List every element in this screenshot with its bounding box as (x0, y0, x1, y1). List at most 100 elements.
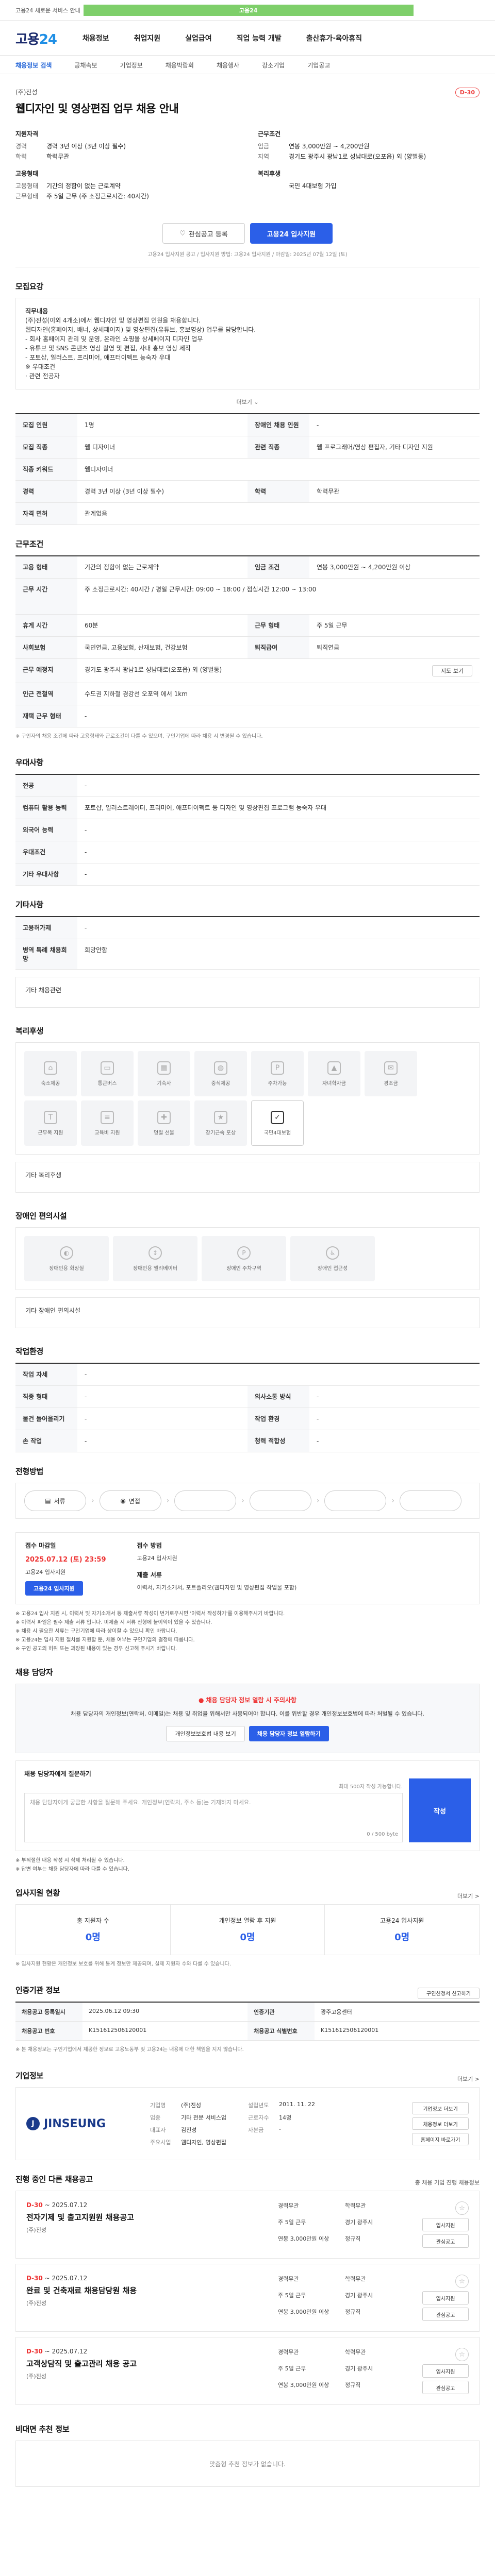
meta-item: 연봉 3,000만원 이상 (278, 2235, 329, 2242)
site-logo[interactable]: 고용24 (15, 29, 57, 48)
table-value: - (85, 713, 87, 720)
other-job-card[interactable]: D-30 ~ 2025.07.12 고객상담직 및 출고관리 채용 공고 (주)… (15, 2337, 480, 2405)
other-job-card[interactable]: D-30 ~ 2025.07.12 전자기제 및 출고지원원 채용공고 (주)진… (15, 2191, 480, 2259)
ask-title: 채용 담당자에게 질문하기 (24, 1770, 91, 1777)
bullet: ※ 고용24는 입사 지원 절차를 지원할 뿐, 채용 여부는 구인기업의 결정… (15, 1637, 195, 1643)
bullet: ※ 부적절한 내용 작성 시 삭제 처리될 수 있습니다. (15, 1858, 125, 1863)
table-key: 직종 형태 (15, 1386, 77, 1408)
subnav-job-event[interactable]: 채용행사 (217, 61, 239, 70)
expand-button[interactable]: 더보기 ⌄ (15, 394, 480, 413)
corp-more-link[interactable]: 더보기 > (457, 2075, 480, 2083)
table-value: - (85, 1437, 87, 1445)
desc-line: (주)진성(이외 4개소)에서 웹디자인 및 영상편집 인원을 채용합니다. (25, 317, 201, 324)
welfare-item: ⌂ 숙소제공 (24, 1051, 77, 1096)
section-title: 진행 중인 다른 채용공고 (15, 2175, 93, 2184)
other-job-scrap-button[interactable]: 관심공고 (422, 2308, 469, 2321)
summary-conditions: 근무조건 임금 연봉 3,000만원 ~ 4,200만원 지역 경기도 광주시 광남… (258, 129, 480, 162)
view-manager-button[interactable]: 채용 담당자 정보 열람하기 (249, 1726, 329, 1741)
table-value: 희망안함 (85, 946, 108, 954)
meta-item: 연봉 3,000만원 이상 (278, 2309, 329, 2315)
gnb-item-support[interactable]: 취업지원 (134, 33, 161, 43)
ask-submit-button[interactable]: 작성 (409, 1778, 471, 1842)
other-job-title[interactable]: 고객상담직 및 출고관리 채용 공고 (26, 2358, 268, 2369)
table-key: 채용공고 등록일시 (15, 2003, 82, 2021)
table-value: 국민연금, 고용보험, 산재보험, 건강보험 (85, 644, 188, 651)
manager-section: 채용 담당자 ● 채용 담당자 정보 열람 시 주의사항 채용 담당자의 개인정… (15, 1653, 480, 1874)
meta-item: 정규직 (345, 2235, 361, 2242)
star-icon[interactable]: ☆ (455, 2275, 469, 2288)
other-job-apply-button[interactable]: 입사지원 (422, 2218, 469, 2231)
top-banner[interactable]: 고용24 (83, 5, 414, 16)
corp-homepage-button[interactable]: 홈페이지 바로가기 (412, 2133, 469, 2145)
subnav-public-news[interactable]: 공채속보 (74, 61, 97, 70)
page-bottom-space (15, 2487, 480, 2507)
gnb-item-jobs[interactable]: 채용정보 (82, 33, 109, 43)
report-button[interactable]: 구인신청서 신고하기 (418, 1987, 480, 1999)
gnb-item-unemployment[interactable]: 실업급여 (185, 33, 212, 43)
job-header: (주)진성 웹디자인 및 영상편집 업무 채용 안내 D-30 지원자격 경력 경… (15, 74, 480, 267)
table-row: 모집 인원 1명 장애인 채용 인원 - (15, 414, 480, 436)
job-description: 직무내용 (주)진성(이외 4개소)에서 웹디자인 및 영상편집 인원을 채용합… (15, 298, 480, 389)
table-row: 전공 - (15, 775, 480, 797)
gnb-item-leave[interactable]: 출산휴가·육아휴직 (306, 33, 362, 43)
other-job-company: (주)진성 (26, 2300, 46, 2307)
logo-text: 고용 (15, 31, 40, 47)
subnav-company-notice[interactable]: 기업공고 (307, 61, 330, 70)
apply-now-button[interactable]: 고용24 입사지원 (25, 1581, 83, 1596)
table-key: 고용 형태 (15, 556, 77, 578)
other-job-scrap-button[interactable]: 관심공고 (422, 2381, 469, 2394)
section-title: 모집요강 (15, 282, 44, 291)
stat-label: 총 지원자 수 (76, 1917, 109, 1924)
corp-jobs-button[interactable]: 채용정보 더보기 (412, 2117, 469, 2130)
star-icon[interactable]: ☆ (455, 2201, 469, 2215)
summary-row: 근무형태 주 5일 근무 (주 소정근로시간: 40시간) (15, 191, 237, 201)
arrow-right-icon: › (91, 1497, 94, 1505)
desc-line: - 회사 홈페이지 관리 및 운영, 온라인 쇼핑몰 상세페이지 디자인 업무 (25, 335, 203, 343)
corp-info-button[interactable]: 기업정보 더보기 (412, 2102, 469, 2114)
summary-row: 경력 경력 3년 이상 (3년 이상 필수) (15, 141, 237, 151)
other-job-title[interactable]: 전자기제 및 출고지원원 채용공고 (26, 2212, 268, 2223)
other-job-apply-button[interactable]: 입사지원 (422, 2364, 469, 2378)
subnav-job-search[interactable]: 채용정보 검색 (15, 61, 52, 70)
privacy-law-button[interactable]: 개인정보보호법 내용 보기 (166, 1726, 245, 1741)
notice-info-note: ※ 본 채용정보는 구인기업에서 제공한 정보로 고용노동부 및 고용24는 내… (15, 2047, 244, 2053)
apply-sub: 고용24 입사지원 (25, 1569, 66, 1575)
arrow-right-icon: › (241, 1497, 244, 1505)
star-icon[interactable]: ☆ (455, 2348, 469, 2361)
other-job-scrap-button[interactable]: 관심공고 (422, 2234, 469, 2248)
subnav-company-info[interactable]: 기업정보 (120, 61, 143, 70)
warning-text: 채용 담당자의 개인정보(연락처, 이메일)는 채용 및 취업을 위해서만 사용… (71, 1710, 424, 1717)
job-actions: ♡ 관심공고 등록 고용24 입사지원 (15, 218, 480, 248)
ask-textarea[interactable]: 채용 담당자에게 궁금한 사항을 질문해 주세요. 개인정보(연락처, 주소 등… (24, 1793, 403, 1842)
subnav-job-fair[interactable]: 채용박람회 (166, 61, 194, 70)
apply-text: 고용24 입사지원 (137, 1555, 177, 1562)
summary-key: 임금 (258, 143, 270, 150)
top-notice[interactable]: 고용24 새로운 서비스 안내 (15, 6, 80, 14)
table-value: - (85, 924, 87, 931)
apply-button[interactable]: 고용24 입사지원 (250, 223, 333, 244)
gnb-item-training[interactable]: 직업 능력 개발 (237, 33, 282, 43)
table-value: 퇴직연금 (317, 644, 340, 651)
section-title: 작업환경 (15, 1347, 44, 1356)
company-name[interactable]: (주)진성 (15, 88, 480, 96)
applicants-more-link[interactable]: 더보기 > (457, 1892, 480, 1900)
table-value: 경기도 광주시 광남1로 성남대로(오포읍) 외 (양벌동) (85, 666, 222, 673)
other-job-apply-button[interactable]: 입사지원 (422, 2291, 469, 2304)
other-job-title[interactable]: 완료 및 건축재료 채용담당원 채용 (26, 2285, 268, 2296)
table-value: - (85, 871, 87, 878)
map-button[interactable]: 지도 보기 (432, 665, 472, 676)
summary-value: 학력무관 (46, 153, 70, 160)
summary-qualification: 지원자격 경력 경력 3년 이상 (3년 이상 필수) 학력 학력무관 (15, 129, 237, 162)
stat-item: 총 지원자 수 0명 (16, 1905, 171, 1955)
table-key: 작업 환경 (248, 1408, 309, 1430)
bullet: ※ 구인 공고의 허위 또는 과장된 내용이 있는 경우 신고해 주시기 바랍니… (15, 1646, 177, 1652)
dday-badge: D-30 (455, 88, 480, 97)
meta-item: 경력무관 (278, 2276, 299, 2282)
other-job-card[interactable]: D-30 ~ 2025.07.12 완료 및 건축재료 채용담당원 채용 (주)… (15, 2264, 480, 2332)
welfare-item: ▭ 통근버스 (81, 1051, 134, 1096)
subnav-strong-company[interactable]: 강소기업 (262, 61, 285, 70)
table-value: 관계없음 (85, 510, 108, 517)
scrap-button[interactable]: ♡ 관심공고 등록 (162, 223, 245, 244)
etc-section: 기타사항 고용허가제 - 병역 특례 채용희망 희망안함 기타 채용관련 (15, 886, 480, 1008)
table-key: 기타 우대사항 (15, 863, 77, 885)
